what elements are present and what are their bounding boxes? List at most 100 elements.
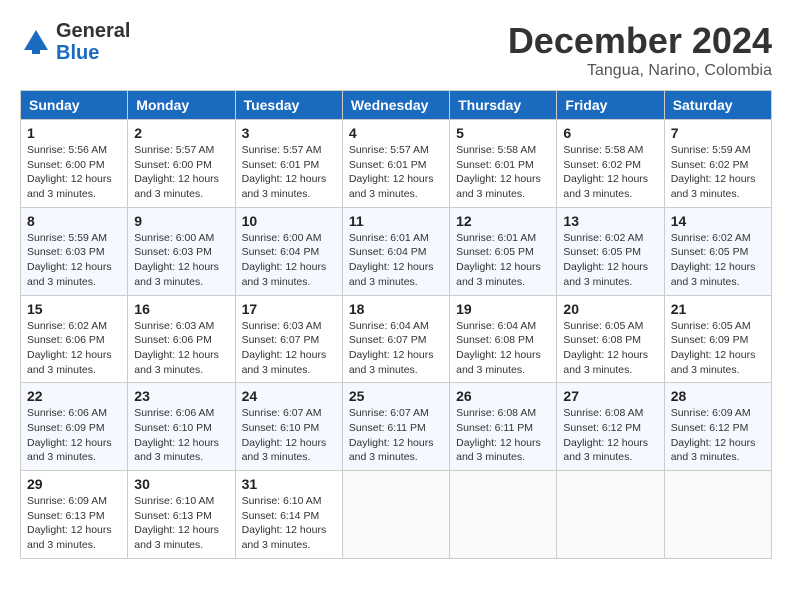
day-info: Sunrise: 6:03 AM Sunset: 6:07 PM Dayligh…: [242, 319, 336, 378]
day-number: 13: [563, 213, 657, 229]
calendar-cell: 13 Sunrise: 6:02 AM Sunset: 6:05 PM Dayl…: [557, 207, 664, 295]
calendar-cell: 11 Sunrise: 6:01 AM Sunset: 6:04 PM Dayl…: [342, 207, 449, 295]
day-number: 26: [456, 388, 550, 404]
calendar-week-row: 22 Sunrise: 6:06 AM Sunset: 6:09 PM Dayl…: [21, 383, 772, 471]
day-info: Sunrise: 6:06 AM Sunset: 6:10 PM Dayligh…: [134, 406, 228, 465]
day-info: Sunrise: 5:56 AM Sunset: 6:00 PM Dayligh…: [27, 143, 121, 202]
day-info: Sunrise: 6:07 AM Sunset: 6:11 PM Dayligh…: [349, 406, 443, 465]
day-number: 11: [349, 213, 443, 229]
calendar-cell: 21 Sunrise: 6:05 AM Sunset: 6:09 PM Dayl…: [664, 295, 771, 383]
calendar-table: Sunday Monday Tuesday Wednesday Thursday…: [20, 90, 772, 559]
calendar-cell: 31 Sunrise: 6:10 AM Sunset: 6:14 PM Dayl…: [235, 471, 342, 559]
day-info: Sunrise: 6:00 AM Sunset: 6:03 PM Dayligh…: [134, 231, 228, 290]
calendar-cell: [450, 471, 557, 559]
calendar-cell: 8 Sunrise: 5:59 AM Sunset: 6:03 PM Dayli…: [21, 207, 128, 295]
day-info: Sunrise: 6:08 AM Sunset: 6:11 PM Dayligh…: [456, 406, 550, 465]
calendar-week-row: 8 Sunrise: 5:59 AM Sunset: 6:03 PM Dayli…: [21, 207, 772, 295]
month-title: December 2024: [508, 20, 772, 62]
logo-icon: [20, 26, 52, 58]
col-saturday: Saturday: [664, 91, 771, 120]
day-number: 15: [27, 301, 121, 317]
day-number: 18: [349, 301, 443, 317]
calendar-week-row: 29 Sunrise: 6:09 AM Sunset: 6:13 PM Dayl…: [21, 471, 772, 559]
calendar-week-row: 15 Sunrise: 6:02 AM Sunset: 6:06 PM Dayl…: [21, 295, 772, 383]
calendar-cell: 25 Sunrise: 6:07 AM Sunset: 6:11 PM Dayl…: [342, 383, 449, 471]
day-number: 24: [242, 388, 336, 404]
day-number: 27: [563, 388, 657, 404]
day-number: 22: [27, 388, 121, 404]
calendar-cell: [342, 471, 449, 559]
day-info: Sunrise: 5:57 AM Sunset: 6:01 PM Dayligh…: [242, 143, 336, 202]
day-info: Sunrise: 6:00 AM Sunset: 6:04 PM Dayligh…: [242, 231, 336, 290]
calendar-week-row: 1 Sunrise: 5:56 AM Sunset: 6:00 PM Dayli…: [21, 120, 772, 208]
day-number: 1: [27, 125, 121, 141]
day-info: Sunrise: 6:01 AM Sunset: 6:05 PM Dayligh…: [456, 231, 550, 290]
calendar-cell: 9 Sunrise: 6:00 AM Sunset: 6:03 PM Dayli…: [128, 207, 235, 295]
day-info: Sunrise: 6:04 AM Sunset: 6:07 PM Dayligh…: [349, 319, 443, 378]
day-info: Sunrise: 6:09 AM Sunset: 6:13 PM Dayligh…: [27, 494, 121, 553]
calendar-header-row: Sunday Monday Tuesday Wednesday Thursday…: [21, 91, 772, 120]
day-number: 9: [134, 213, 228, 229]
day-number: 17: [242, 301, 336, 317]
calendar-cell: 6 Sunrise: 5:58 AM Sunset: 6:02 PM Dayli…: [557, 120, 664, 208]
calendar-cell: 29 Sunrise: 6:09 AM Sunset: 6:13 PM Dayl…: [21, 471, 128, 559]
day-info: Sunrise: 6:05 AM Sunset: 6:08 PM Dayligh…: [563, 319, 657, 378]
col-monday: Monday: [128, 91, 235, 120]
calendar-cell: 15 Sunrise: 6:02 AM Sunset: 6:06 PM Dayl…: [21, 295, 128, 383]
calendar-cell: 14 Sunrise: 6:02 AM Sunset: 6:05 PM Dayl…: [664, 207, 771, 295]
day-info: Sunrise: 5:57 AM Sunset: 6:00 PM Dayligh…: [134, 143, 228, 202]
calendar-cell: 10 Sunrise: 6:00 AM Sunset: 6:04 PM Dayl…: [235, 207, 342, 295]
day-number: 30: [134, 476, 228, 492]
calendar-cell: 12 Sunrise: 6:01 AM Sunset: 6:05 PM Dayl…: [450, 207, 557, 295]
day-info: Sunrise: 6:07 AM Sunset: 6:10 PM Dayligh…: [242, 406, 336, 465]
day-info: Sunrise: 5:59 AM Sunset: 6:03 PM Dayligh…: [27, 231, 121, 290]
day-info: Sunrise: 5:58 AM Sunset: 6:01 PM Dayligh…: [456, 143, 550, 202]
day-info: Sunrise: 6:06 AM Sunset: 6:09 PM Dayligh…: [27, 406, 121, 465]
calendar-cell: 24 Sunrise: 6:07 AM Sunset: 6:10 PM Dayl…: [235, 383, 342, 471]
title-area: December 2024 Tangua, Narino, Colombia: [508, 20, 772, 80]
day-info: Sunrise: 6:03 AM Sunset: 6:06 PM Dayligh…: [134, 319, 228, 378]
day-info: Sunrise: 5:59 AM Sunset: 6:02 PM Dayligh…: [671, 143, 765, 202]
calendar-cell: [557, 471, 664, 559]
logo-text: General Blue: [56, 20, 130, 64]
col-tuesday: Tuesday: [235, 91, 342, 120]
day-number: 6: [563, 125, 657, 141]
calendar-cell: 19 Sunrise: 6:04 AM Sunset: 6:08 PM Dayl…: [450, 295, 557, 383]
day-number: 25: [349, 388, 443, 404]
location-title: Tangua, Narino, Colombia: [508, 62, 772, 80]
day-number: 29: [27, 476, 121, 492]
day-info: Sunrise: 6:10 AM Sunset: 6:14 PM Dayligh…: [242, 494, 336, 553]
calendar-cell: 2 Sunrise: 5:57 AM Sunset: 6:00 PM Dayli…: [128, 120, 235, 208]
logo: General Blue: [20, 20, 130, 64]
day-number: 21: [671, 301, 765, 317]
day-number: 8: [27, 213, 121, 229]
calendar-cell: 26 Sunrise: 6:08 AM Sunset: 6:11 PM Dayl…: [450, 383, 557, 471]
col-wednesday: Wednesday: [342, 91, 449, 120]
calendar-cell: 28 Sunrise: 6:09 AM Sunset: 6:12 PM Dayl…: [664, 383, 771, 471]
day-number: 12: [456, 213, 550, 229]
calendar-cell: 17 Sunrise: 6:03 AM Sunset: 6:07 PM Dayl…: [235, 295, 342, 383]
calendar-cell: 30 Sunrise: 6:10 AM Sunset: 6:13 PM Dayl…: [128, 471, 235, 559]
calendar-cell: 4 Sunrise: 5:57 AM Sunset: 6:01 PM Dayli…: [342, 120, 449, 208]
day-number: 16: [134, 301, 228, 317]
day-number: 4: [349, 125, 443, 141]
day-number: 5: [456, 125, 550, 141]
calendar-cell: [664, 471, 771, 559]
day-number: 10: [242, 213, 336, 229]
day-info: Sunrise: 6:01 AM Sunset: 6:04 PM Dayligh…: [349, 231, 443, 290]
calendar-cell: 18 Sunrise: 6:04 AM Sunset: 6:07 PM Dayl…: [342, 295, 449, 383]
col-thursday: Thursday: [450, 91, 557, 120]
day-info: Sunrise: 6:08 AM Sunset: 6:12 PM Dayligh…: [563, 406, 657, 465]
day-info: Sunrise: 6:09 AM Sunset: 6:12 PM Dayligh…: [671, 406, 765, 465]
day-info: Sunrise: 6:02 AM Sunset: 6:05 PM Dayligh…: [671, 231, 765, 290]
day-number: 23: [134, 388, 228, 404]
calendar-cell: 16 Sunrise: 6:03 AM Sunset: 6:06 PM Dayl…: [128, 295, 235, 383]
day-info: Sunrise: 5:57 AM Sunset: 6:01 PM Dayligh…: [349, 143, 443, 202]
day-number: 20: [563, 301, 657, 317]
day-number: 28: [671, 388, 765, 404]
day-info: Sunrise: 6:05 AM Sunset: 6:09 PM Dayligh…: [671, 319, 765, 378]
calendar-cell: 7 Sunrise: 5:59 AM Sunset: 6:02 PM Dayli…: [664, 120, 771, 208]
calendar-cell: 22 Sunrise: 6:06 AM Sunset: 6:09 PM Dayl…: [21, 383, 128, 471]
calendar-cell: 23 Sunrise: 6:06 AM Sunset: 6:10 PM Dayl…: [128, 383, 235, 471]
calendar-cell: 20 Sunrise: 6:05 AM Sunset: 6:08 PM Dayl…: [557, 295, 664, 383]
